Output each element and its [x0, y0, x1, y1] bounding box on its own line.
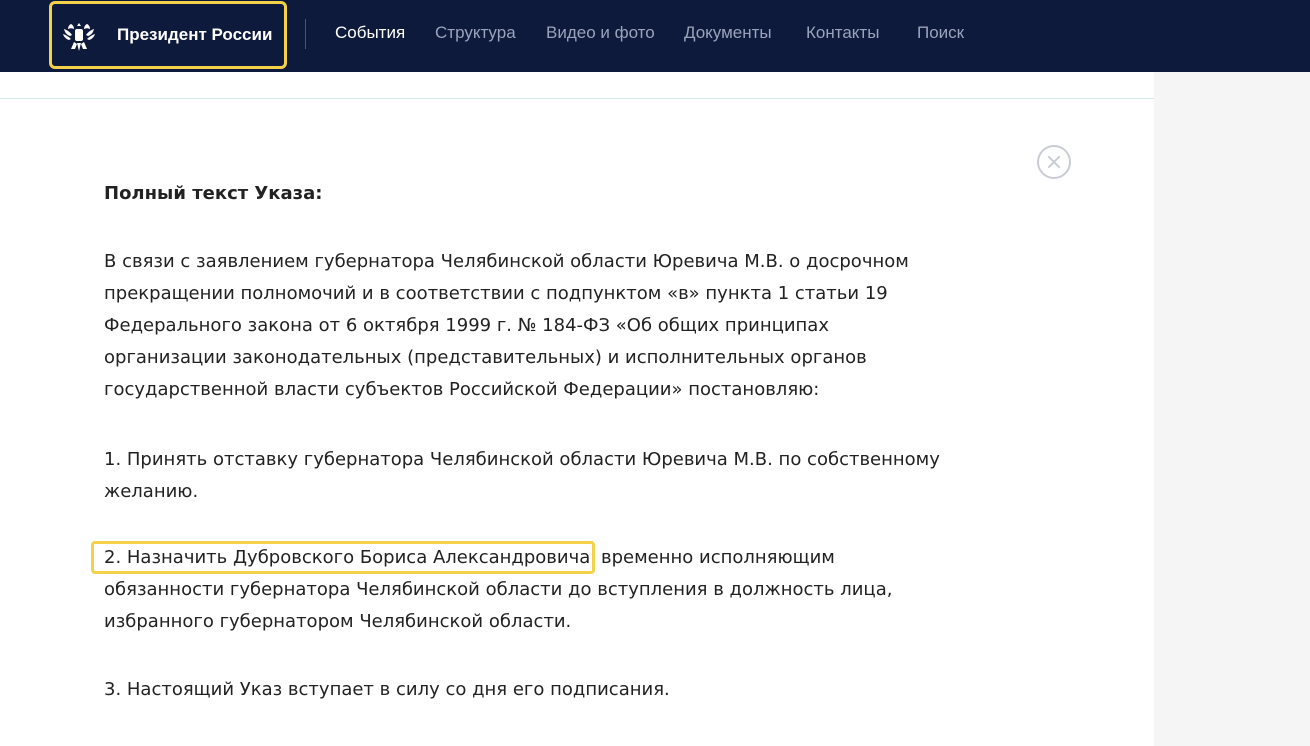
nav-item-documents[interactable]: Документы — [684, 23, 772, 43]
decree-item-3: 3. Настоящий Указ вступает в силу со дня… — [104, 679, 670, 700]
decree-item-2: 2. Назначить Дубровского Бориса Александ… — [91, 541, 954, 638]
panel-top-rule — [0, 98, 1154, 99]
highlighted-appointment: 2. Назначить Дубровского Бориса Александ… — [91, 541, 596, 574]
nav-item-search[interactable]: Поиск — [917, 23, 964, 43]
close-icon[interactable] — [1037, 145, 1071, 179]
nav-item-video-photo[interactable]: Видео и фото — [546, 23, 655, 43]
top-navigation-bar: Президент России События Структура Видео… — [0, 0, 1310, 72]
decree-item-1: 1. Принять отставку губернатора Челябинс… — [104, 449, 940, 502]
decree-heading: Полный текст Указа: — [104, 183, 323, 204]
nav-item-structure[interactable]: Структура — [435, 23, 516, 43]
decree-preamble: В связи с заявлением губернатора Челябин… — [104, 251, 909, 400]
nav-item-events[interactable]: События — [335, 23, 405, 43]
document-panel: Полный текст Указа: В связи с заявлением… — [0, 72, 1154, 746]
nav-item-contacts[interactable]: Контакты — [806, 23, 879, 43]
main-nav: События Структура Видео и фото Документы… — [0, 0, 1310, 72]
